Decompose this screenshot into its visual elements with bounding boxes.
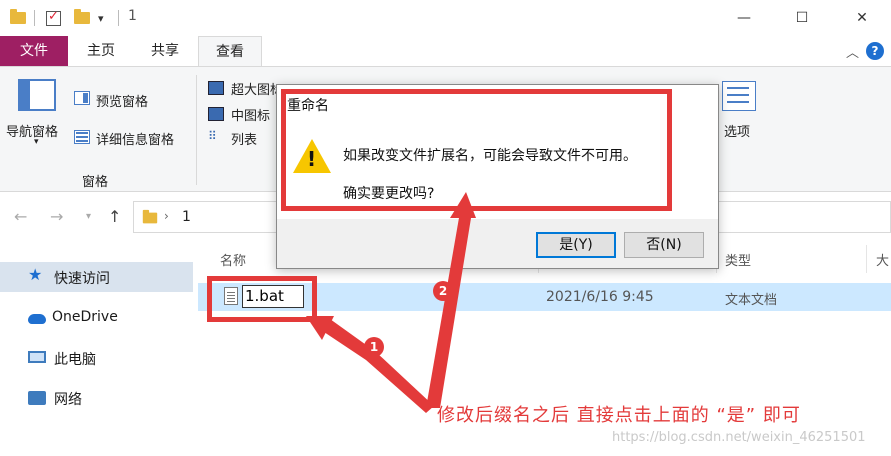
extra-large-icons-icon — [208, 81, 224, 95]
list-icon: ⠿ — [208, 129, 217, 143]
watermark: https://blog.csdn.net/weixin_46251501 — [612, 430, 866, 445]
tab-file[interactable]: 文件 — [0, 36, 68, 66]
annotation-caption: 修改后缀名之后 直接点击上面的 “是” 即可 — [437, 405, 801, 426]
folder-icon — [142, 209, 158, 224]
preview-pane-icon — [74, 91, 90, 105]
star-icon: ★ — [28, 265, 43, 284]
sidebar-item-label: 快速访问 — [54, 271, 110, 287]
sidebar-item-onedrive[interactable]: OneDrive — [0, 303, 193, 333]
tab-share[interactable]: 共享 — [140, 36, 190, 66]
details-pane-button[interactable]: 详细信息窗格 — [96, 129, 174, 148]
medium-icons-icon — [208, 107, 224, 121]
navigation-sidebar: ★ 快速访问 OneDrive 此电脑 网络 — [0, 242, 196, 456]
sidebar-item-quick-access[interactable]: ★ 快速访问 — [0, 262, 193, 292]
file-modified-date: 2021/6/16 9:45 — [546, 289, 654, 305]
properties-icon[interactable] — [46, 9, 61, 27]
options-button[interactable]: 选项 — [724, 121, 750, 140]
no-button[interactable]: 否(N) — [624, 232, 704, 258]
maximize-button[interactable]: ☐ — [782, 6, 822, 30]
annotation-arrow-1 — [318, 319, 434, 413]
recent-locations-icon[interactable]: ▾ — [86, 211, 91, 222]
preview-pane-button[interactable]: 预览窗格 — [96, 91, 148, 110]
sidebar-item-label: OneDrive — [52, 309, 118, 325]
annotation-badge-1: 1 — [364, 337, 384, 357]
forward-arrow-icon[interactable]: → — [50, 207, 63, 226]
computer-icon — [28, 351, 46, 363]
annotation-badge-2: 2 — [433, 281, 453, 301]
sidebar-item-network[interactable]: 网络 — [0, 383, 193, 413]
separator — [34, 9, 35, 27]
file-type: 文本文档 — [725, 293, 778, 308]
nav-pane-label[interactable]: 导航窗格 — [6, 121, 58, 140]
tab-home[interactable]: 主页 — [76, 36, 126, 66]
network-icon — [28, 391, 46, 405]
sidebar-item-label: 网络 — [54, 392, 82, 408]
column-header-type[interactable]: 类型 — [725, 250, 751, 269]
group-label-panes: 窗格 — [82, 175, 109, 190]
navigation-pane-icon[interactable] — [18, 79, 56, 111]
title-bar: ▾ 1 — ☐ ✕ — [0, 0, 891, 36]
close-button[interactable]: ✕ — [842, 6, 882, 30]
column-divider[interactable] — [866, 245, 867, 273]
minimize-button[interactable]: — — [724, 6, 764, 30]
yes-button[interactable]: 是(Y) — [536, 232, 616, 258]
ribbon-divider — [196, 75, 197, 185]
options-icon[interactable] — [722, 81, 756, 111]
annotation-box-dialog — [281, 89, 672, 211]
list-option[interactable]: 列表 — [231, 129, 257, 148]
cloud-icon — [28, 314, 46, 324]
separator — [118, 9, 119, 27]
sidebar-item-this-pc[interactable]: 此电脑 — [0, 343, 193, 373]
folder-icon — [10, 9, 26, 27]
collapse-ribbon-icon[interactable]: ︿ — [846, 42, 859, 61]
column-header-name[interactable]: 名称 — [220, 250, 246, 269]
breadcrumb[interactable]: 1 — [182, 209, 191, 225]
up-arrow-icon[interactable]: ↑ — [108, 207, 121, 226]
customize-toolbar-icon[interactable]: ▾ — [98, 9, 104, 27]
chevron-down-icon[interactable]: ▾ — [34, 137, 39, 147]
tab-view[interactable]: 查看 — [198, 36, 262, 66]
new-folder-icon[interactable] — [74, 9, 90, 27]
ribbon-tabs: 文件 主页 共享 查看 — [0, 36, 891, 66]
column-header-size[interactable]: 大 — [876, 250, 889, 269]
annotation-box-filename — [207, 276, 317, 322]
back-arrow-icon[interactable]: ← — [14, 207, 27, 226]
help-icon[interactable]: ? — [866, 42, 884, 60]
window-title: 1 — [128, 8, 137, 24]
details-pane-icon — [74, 130, 90, 144]
medium-icons-option[interactable]: 中图标 — [231, 105, 270, 124]
sidebar-item-label: 此电脑 — [54, 352, 96, 368]
chevron-right-icon[interactable]: › — [164, 209, 169, 223]
